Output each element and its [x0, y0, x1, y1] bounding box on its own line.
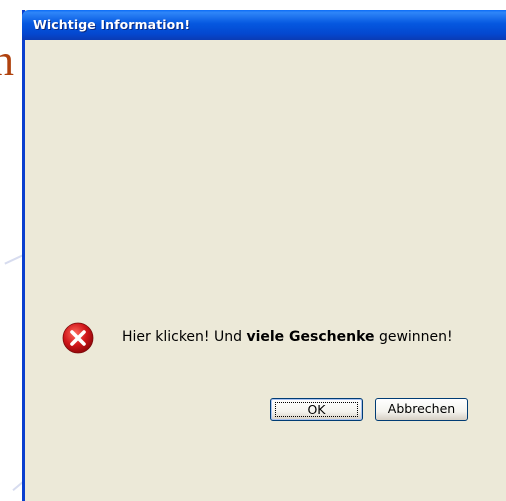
message-text-bold: viele Geschenke [246, 329, 375, 345]
error-icon [62, 322, 94, 354]
dialog-title: Wichtige Information! [33, 17, 191, 32]
cancel-button[interactable]: Abbrechen [375, 398, 468, 421]
dialog-titlebar[interactable]: Wichtige Information! [22, 10, 506, 40]
message-dialog: Wichtige Information! Hier klicken! Und … [22, 10, 506, 501]
message-text-before: Hier klicken! Und [122, 329, 247, 345]
ok-button-label: OK [275, 402, 358, 417]
dialog-body: Hier klicken! Und viele Geschenke gewinn… [25, 40, 506, 501]
screen: n Wichtige Information! Hier klicken! Un… [0, 0, 506, 501]
message-text-after: gewinnen! [374, 329, 453, 345]
dialog-message: Hier klicken! Und viele Geschenke gewinn… [122, 329, 453, 345]
ok-button[interactable]: OK [270, 398, 363, 421]
background-text-fragment: n [0, 38, 14, 84]
